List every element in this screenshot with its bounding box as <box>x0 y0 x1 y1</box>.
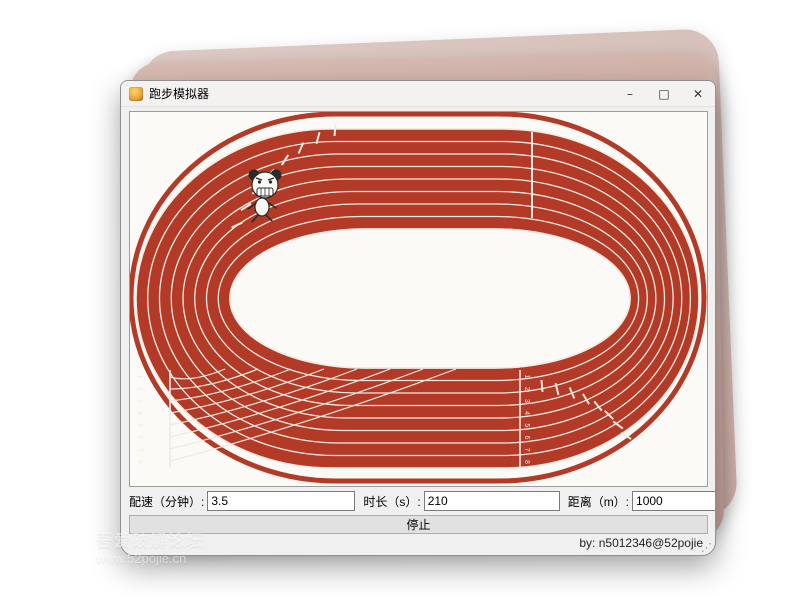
window-title: 跑步模拟器 <box>149 85 209 102</box>
distance-label: 距离（m）: <box>568 493 629 510</box>
svg-text:3: 3 <box>136 399 143 403</box>
pace-label: 配速（分钟）: <box>129 493 204 510</box>
svg-text:2: 2 <box>136 387 143 391</box>
minimize-button[interactable]: – <box>613 81 647 106</box>
svg-text:4: 4 <box>136 411 143 415</box>
duration-input[interactable] <box>424 491 560 511</box>
app-window: 跑步模拟器 – □ ✕ 1 1 2 2 3 3 4 4 5 5 6 6 7 7 8 8 配速（分钟）: 时长（… <box>120 80 716 556</box>
svg-text:5: 5 <box>523 423 530 427</box>
track-canvas: 1 1 2 2 3 3 4 4 5 5 6 6 7 7 8 8 <box>129 111 708 487</box>
title-bar[interactable]: 跑步模拟器 – □ ✕ <box>121 81 715 107</box>
track-drawing: 1 1 2 2 3 3 4 4 5 5 6 6 7 7 8 8 <box>130 112 707 486</box>
stop-button[interactable]: 停止 <box>129 515 708 534</box>
close-button[interactable]: ✕ <box>681 81 715 106</box>
svg-text:8: 8 <box>523 460 530 464</box>
svg-text:5: 5 <box>136 423 143 427</box>
app-icon <box>129 87 143 101</box>
svg-text:2: 2 <box>523 387 530 391</box>
credit-text: by: n5012346@52pojie <box>579 536 703 550</box>
svg-text:6: 6 <box>523 436 530 440</box>
svg-text:6: 6 <box>136 436 143 440</box>
desktop-background: 跑步模拟器 – □ ✕ 1 1 2 2 3 3 4 4 5 5 6 6 7 7 8 8 配速（分钟）: 时长（… <box>0 0 800 601</box>
maximize-button[interactable]: □ <box>647 81 681 106</box>
resize-grip[interactable]: ⋰ <box>701 544 712 552</box>
svg-text:3: 3 <box>523 399 530 403</box>
duration-label: 时长（s）: <box>363 493 420 510</box>
svg-text:7: 7 <box>523 448 530 452</box>
svg-text:8: 8 <box>136 460 143 464</box>
parameter-row: 配速（分钟）: 时长（s）: 距离（m）: <box>129 491 708 511</box>
pace-input[interactable] <box>207 491 355 511</box>
svg-text:1: 1 <box>136 375 143 379</box>
svg-text:4: 4 <box>523 411 530 415</box>
distance-input[interactable] <box>632 491 716 511</box>
svg-text:7: 7 <box>136 448 143 452</box>
svg-text:1: 1 <box>523 375 530 379</box>
